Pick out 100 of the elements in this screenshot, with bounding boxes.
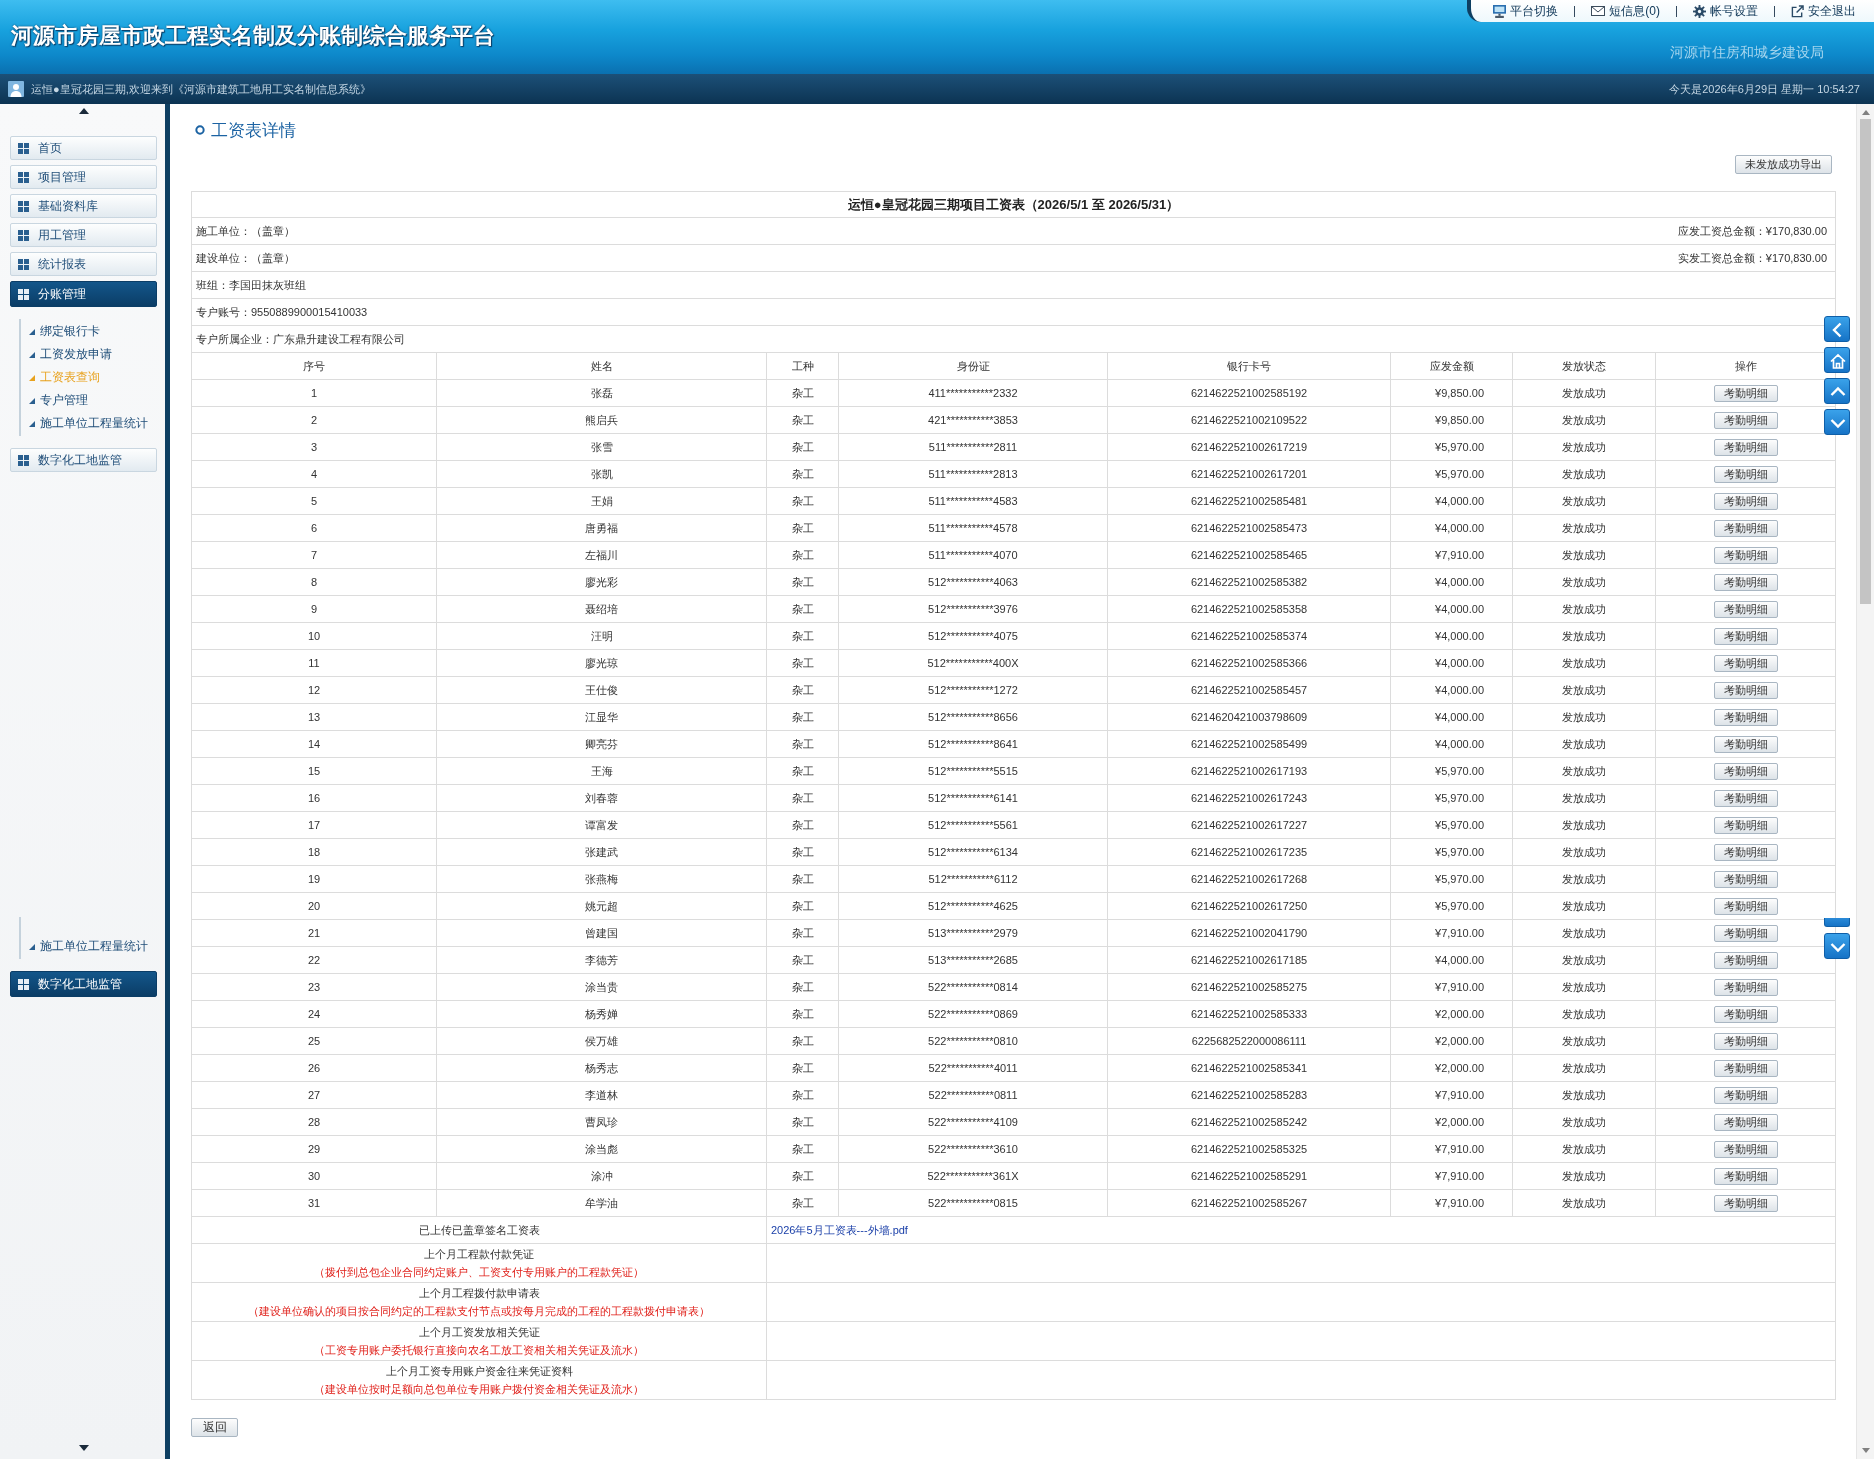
sidebar-item[interactable]: 首页 [10, 136, 157, 160]
attendance-button[interactable]: 考勤明细 [1713, 735, 1778, 753]
payment-status: 发放成功 [1562, 1115, 1606, 1128]
payment-status: 发放成功 [1562, 656, 1606, 669]
triangle-icon [29, 943, 35, 950]
attendance-button[interactable]: 考勤明细 [1713, 924, 1778, 942]
id-number: 512***********6134 [928, 846, 1018, 858]
attendance-button[interactable]: 考勤明细 [1713, 951, 1778, 969]
home-icon [1830, 353, 1846, 369]
bank-card-number: 6214622521002585457 [1190, 684, 1308, 696]
scroll-bottom-button[interactable] [1824, 409, 1850, 435]
attendance-button[interactable]: 考勤明细 [1713, 1167, 1778, 1185]
worker-name: 涂冲 [590, 1169, 613, 1182]
bank-card-number: 6214622521002041790 [1190, 927, 1308, 939]
header-link[interactable]: 平台切换 [1493, 2, 1559, 20]
id-number: 522***********3610 [928, 1143, 1018, 1155]
attendance-button[interactable]: 考勤明细 [1713, 519, 1778, 537]
sidebar-item[interactable]: 数字化工地监管 [10, 448, 157, 472]
row-number: 7 [310, 549, 318, 561]
submenu-item[interactable]: 专户管理 [21, 389, 157, 412]
sidebar-item[interactable]: 项目管理 [10, 165, 157, 189]
attendance-button[interactable]: 考勤明细 [1713, 438, 1778, 456]
caret-up-icon[interactable] [78, 108, 89, 114]
id-number: 522***********0869 [928, 1008, 1018, 1020]
scroll-down-arrow-icon[interactable] [1861, 1448, 1870, 1453]
id-number: 511***********4578 [928, 522, 1018, 534]
home-button[interactable] [1824, 347, 1850, 373]
scroll-bottom-button[interactable] [1824, 933, 1850, 959]
submenu-item[interactable]: 施工单位工程量统计 [21, 412, 157, 435]
trade-name: 杂工 [791, 1169, 814, 1182]
worker-name: 杨秀婵 [585, 1007, 618, 1020]
bank-card-number: 6214622521002585283 [1190, 1089, 1308, 1101]
amount: ¥4,000.00 [1435, 954, 1484, 966]
attendance-button[interactable]: 考勤明细 [1713, 1194, 1778, 1212]
info-text: 建设单位：（盖章） [196, 250, 295, 266]
monitor-icon [1493, 4, 1507, 18]
row-number: 5 [310, 495, 318, 507]
attendance-button[interactable]: 考勤明细 [1713, 870, 1778, 888]
payment-status: 发放成功 [1562, 899, 1606, 912]
amount: ¥5,970.00 [1435, 441, 1484, 453]
attendance-button[interactable]: 考勤明细 [1713, 1059, 1778, 1077]
attendance-button[interactable]: 考勤明细 [1713, 573, 1778, 591]
bank-card-number: 6214622521002585333 [1190, 1008, 1308, 1020]
sidebar-item[interactable]: 基础资料库 [10, 194, 157, 218]
attendance-button[interactable]: 考勤明细 [1713, 465, 1778, 483]
payment-status: 发放成功 [1562, 1061, 1606, 1074]
header-link[interactable]: 帐号设置 [1693, 2, 1758, 20]
file-link[interactable]: 2026年5月工资表---外墙.pdf [771, 1223, 908, 1236]
attendance-button[interactable]: 考勤明细 [1713, 681, 1778, 699]
attendance-button[interactable]: 考勤明细 [1713, 1140, 1778, 1158]
previous-button[interactable] [1824, 316, 1850, 342]
back-button[interactable]: 返回 [191, 1418, 238, 1437]
attendance-button[interactable]: 考勤明细 [1713, 1113, 1778, 1131]
bank-card-number: 6214622521002585291 [1190, 1170, 1308, 1182]
attendance-button[interactable]: 考勤明细 [1713, 978, 1778, 996]
caret-down-icon[interactable] [78, 1445, 89, 1451]
header-link[interactable]: 安全退出 [1791, 2, 1856, 20]
sidebar-item[interactable]: 用工管理 [10, 223, 157, 247]
scrollbar-track[interactable] [1856, 104, 1874, 1459]
submenu-item[interactable]: 绑定银行卡 [21, 320, 157, 343]
payment-status: 发放成功 [1562, 1142, 1606, 1155]
submenu-item[interactable]: 施工单位工程量统计 [21, 935, 157, 958]
attendance-button[interactable]: 考勤明细 [1713, 843, 1778, 861]
scroll-up-arrow-icon[interactable] [1861, 110, 1870, 115]
bank-card-number: 6214622521002585325 [1190, 1143, 1308, 1155]
attendance-button[interactable]: 考勤明细 [1713, 708, 1778, 726]
attendance-button[interactable]: 考勤明细 [1713, 492, 1778, 510]
bank-card-number: 6214622521002617250 [1190, 900, 1308, 912]
payment-status: 发放成功 [1562, 1007, 1606, 1020]
worker-name: 江显华 [585, 710, 618, 723]
attendance-button[interactable]: 考勤明细 [1713, 384, 1778, 402]
export-button[interactable]: 未发放成功导出 [1735, 155, 1832, 174]
scrollbar-thumb[interactable] [1860, 119, 1871, 604]
total-amount: 实发工资总金额：¥170,830.00 [1677, 250, 1827, 266]
site-title: 河源市房屋市政工程实名制及分账制综合服务平台 [10, 22, 495, 50]
id-number: 522***********0814 [928, 981, 1018, 993]
attendance-button[interactable]: 考勤明细 [1713, 762, 1778, 780]
attendance-button[interactable]: 考勤明细 [1713, 789, 1778, 807]
attendance-button[interactable]: 考勤明细 [1713, 816, 1778, 834]
row-number: 11 [308, 657, 320, 669]
trade-name: 杂工 [791, 1142, 814, 1155]
attendance-button[interactable]: 考勤明细 [1713, 1086, 1778, 1104]
amount: ¥7,910.00 [1435, 1089, 1484, 1101]
sidebar-item[interactable]: 分账管理 [10, 281, 157, 307]
worker-name: 聂绍培 [585, 602, 618, 615]
attendance-button[interactable]: 考勤明细 [1713, 600, 1778, 618]
row-number: 16 [307, 792, 321, 804]
column-header: 发放状态 [1562, 359, 1606, 372]
attendance-button[interactable]: 考勤明细 [1713, 1005, 1778, 1023]
attendance-button[interactable]: 考勤明细 [1713, 654, 1778, 672]
attendance-button[interactable]: 考勤明细 [1713, 546, 1778, 564]
sidebar-item[interactable]: 数字化工地监管 [10, 971, 157, 997]
attendance-button[interactable]: 考勤明细 [1713, 1032, 1778, 1050]
submenu-item[interactable]: 工资发放申请 [21, 343, 157, 366]
attendance-button[interactable]: 考勤明细 [1713, 897, 1778, 915]
sidebar-item[interactable]: 统计报表 [10, 252, 157, 276]
attendance-button[interactable]: 考勤明细 [1713, 627, 1778, 645]
attendance-button[interactable]: 考勤明细 [1713, 411, 1778, 429]
scroll-top-button[interactable] [1824, 378, 1850, 404]
header-link[interactable]: 短信息(0) [1591, 2, 1660, 20]
